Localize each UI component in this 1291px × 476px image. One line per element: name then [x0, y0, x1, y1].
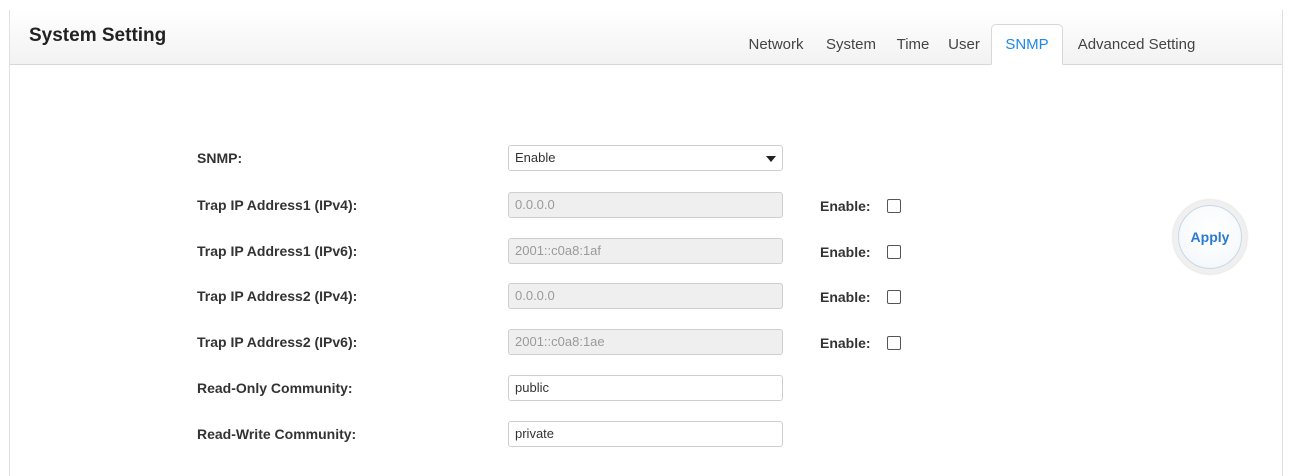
- snmp-label: SNMP:: [197, 150, 243, 166]
- trap1-ipv4-label: Trap IP Address1 (IPv4):: [197, 197, 358, 213]
- trap1-ipv4-enable-label: Enable:: [820, 198, 871, 214]
- trap2-ipv4-enable-checkbox[interactable]: [887, 290, 901, 304]
- page-title: System Setting: [29, 25, 167, 46]
- trap2-ipv4-label: Trap IP Address2 (IPv4):: [197, 288, 358, 304]
- tab-system[interactable]: System: [815, 25, 887, 64]
- panel-header: System Setting Network System Time User …: [10, 10, 1282, 65]
- trap2-ipv6-enable-checkbox[interactable]: [887, 336, 901, 350]
- trap2-ipv4-enable-label: Enable:: [820, 289, 871, 305]
- trap2-ipv4-input[interactable]: 0.0.0.0: [508, 283, 783, 309]
- chevron-down-icon: [766, 156, 776, 162]
- trap1-ipv6-enable-checkbox[interactable]: [887, 245, 901, 259]
- tab-advanced-setting[interactable]: Advanced Setting: [1063, 25, 1210, 64]
- trap1-ipv6-enable-label: Enable:: [820, 244, 871, 260]
- trap2-ipv6-label: Trap IP Address2 (IPv6):: [197, 334, 358, 350]
- trap1-ipv4-input[interactable]: 0.0.0.0: [508, 192, 783, 218]
- trap2-ipv6-input[interactable]: 2001::c0a8:1ae: [508, 329, 783, 355]
- tab-user[interactable]: User: [939, 25, 989, 64]
- system-setting-panel: System Setting Network System Time User …: [9, 10, 1283, 476]
- snmp-form: SNMP: Enable Trap IP Address1 (IPv4): 0.…: [10, 65, 1282, 476]
- tab-time[interactable]: Time: [887, 25, 939, 64]
- trap2-ipv6-enable-label: Enable:: [820, 335, 871, 351]
- trap1-ipv4-enable-checkbox[interactable]: [887, 199, 901, 213]
- apply-button-ring: Apply: [1173, 200, 1247, 274]
- ro-community-input[interactable]: public: [508, 375, 783, 401]
- trap1-ipv6-input[interactable]: 2001::c0a8:1af: [508, 238, 783, 264]
- snmp-select-value: Enable: [515, 150, 556, 165]
- tab-bar: Network System Time User SNMP Advanced S…: [737, 24, 1282, 65]
- tab-snmp[interactable]: SNMP: [991, 24, 1063, 65]
- trap1-ipv6-label: Trap IP Address1 (IPv6):: [197, 243, 358, 259]
- apply-button[interactable]: Apply: [1178, 205, 1242, 269]
- tab-network[interactable]: Network: [737, 25, 815, 64]
- rw-community-label: Read-Write Community:: [197, 426, 357, 442]
- ro-community-label: Read-Only Community:: [197, 380, 353, 396]
- rw-community-input[interactable]: private: [508, 421, 783, 447]
- snmp-select[interactable]: Enable: [508, 145, 783, 171]
